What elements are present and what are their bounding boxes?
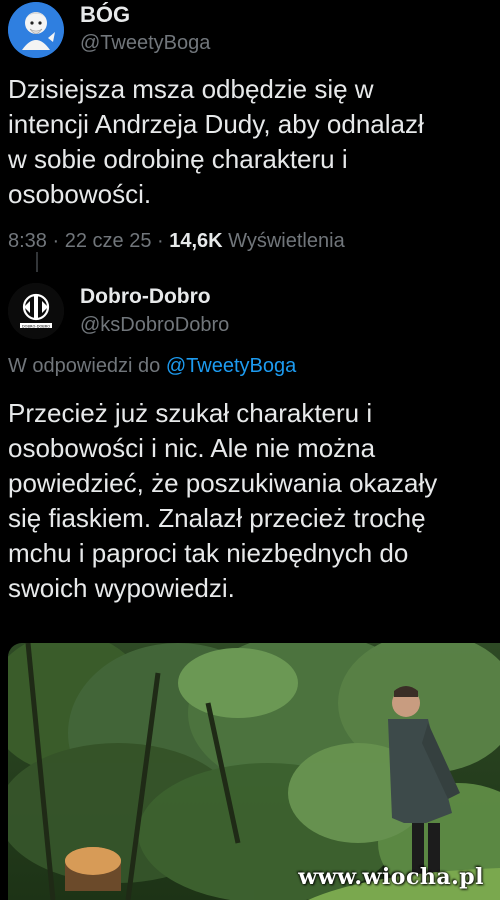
reply-prefix: W odpowiedzi do: [8, 355, 166, 377]
avatar-dobro-dobro[interactable]: DOBRO-DOBRO: [8, 283, 64, 339]
display-name[interactable]: Dobro-Dobro: [80, 285, 211, 309]
tweet-text-line: mchu i paproci tak niezbędnych do: [8, 538, 409, 568]
tweet-text-line: się fiaskiem. Znalazł przecież trochę: [8, 503, 426, 533]
tweet-photo[interactable]: www.wiocha.pl: [8, 643, 500, 900]
tweet-text-line: powiedzieć, że poszukiwania okazały: [8, 468, 438, 498]
tweet-text-line: osobowości i nic. Ale nie można: [8, 433, 376, 463]
svg-text:DOBRO-DOBRO: DOBRO-DOBRO: [22, 324, 50, 328]
tweet-text-line: swoich wypowiedzi.: [8, 573, 235, 603]
user-handle[interactable]: @ksDobroDobro: [80, 314, 229, 337]
dobro-dobro-logo-icon: DOBRO-DOBRO: [8, 283, 64, 339]
forest-scene-image: [8, 643, 500, 900]
watermark-text: www.wiocha.pl: [298, 864, 484, 890]
reply-indicator: W odpowiedzi do @TweetyBoga: [8, 355, 296, 378]
tweet-text-line: Przecież już szukał charakteru i: [8, 398, 373, 428]
tweet-reply: DOBRO-DOBRO Dobro-Dobro @ksDobroDobro W …: [0, 0, 500, 643]
reply-mention-link[interactable]: @TweetyBoga: [166, 355, 296, 377]
tweet-text: Przecież już szukał charakteru i osobowo…: [8, 396, 437, 606]
